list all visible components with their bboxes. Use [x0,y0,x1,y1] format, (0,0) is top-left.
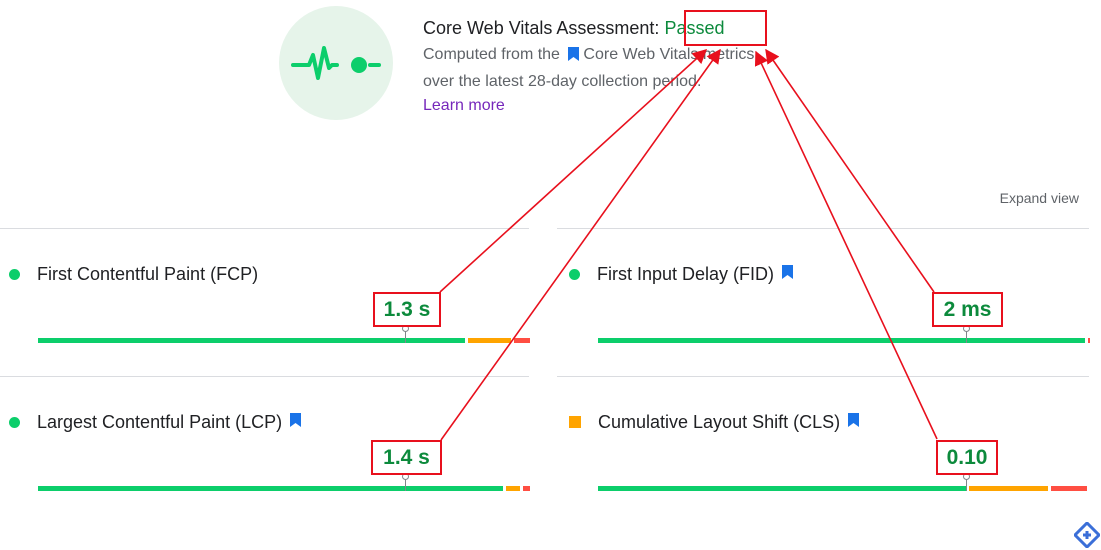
toptal-logo-icon [1072,520,1101,550]
annotation-arrow [765,48,935,293]
annotation-arrow [440,48,721,441]
annotation-arrow [754,50,938,440]
annotation-arrows [439,48,938,441]
